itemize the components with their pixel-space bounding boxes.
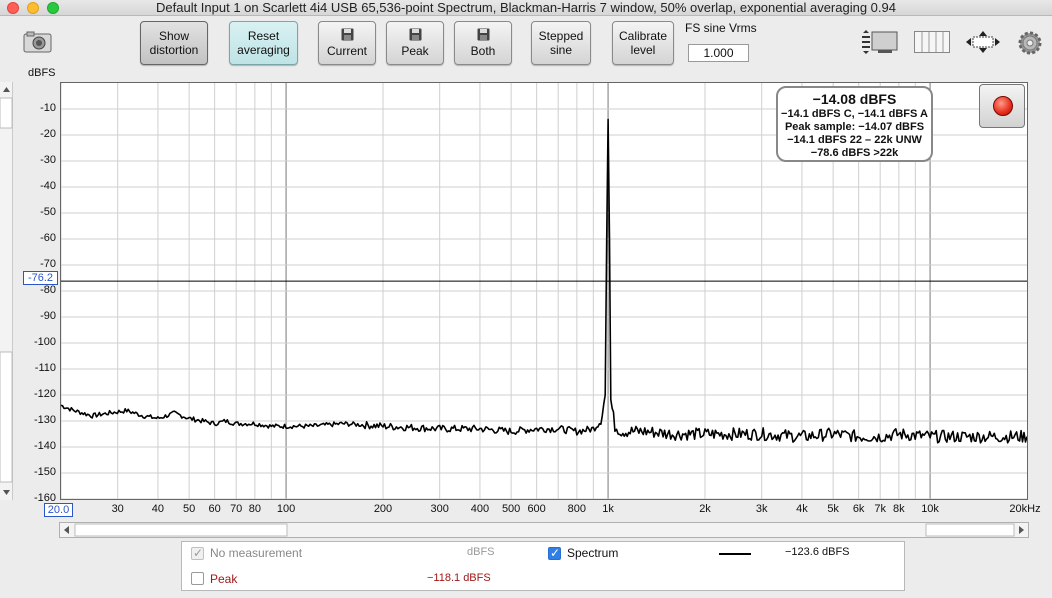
no-measurement-label: No measurement: [210, 546, 303, 560]
show-distortion-button[interactable]: Show distortion: [140, 21, 208, 65]
y-tick-label: -150: [33, 466, 56, 478]
y-tick-label: -30: [40, 154, 56, 166]
y-tick-label: -140: [33, 440, 56, 452]
reset-averaging-button[interactable]: Reset averaging: [229, 21, 298, 65]
record-icon: [993, 96, 1013, 116]
level-weighted: −14.1 dBFS C, −14.1 dBFS A: [781, 108, 928, 120]
columns-icon[interactable]: [914, 31, 950, 53]
resize-arrows-icon[interactable]: [965, 30, 1001, 54]
show-distortion-line1: Show: [158, 29, 190, 43]
y-axis-unit: dBFS: [28, 67, 56, 79]
x-tick-label: 200: [373, 503, 393, 515]
reset-averaging-line1: Reset: [247, 29, 280, 43]
both-label: Both: [470, 44, 496, 58]
y-tick-label: -120: [33, 388, 56, 400]
stepped-sine-button[interactable]: Stepped sine: [531, 21, 591, 65]
show-distortion-line2: distortion: [149, 43, 199, 57]
peak-label: Peak: [210, 572, 238, 586]
y-tick-label: -20: [40, 128, 56, 140]
floppy-disk-icon: [409, 28, 421, 41]
x-tick-label: 600: [527, 503, 546, 515]
floppy-disk-icon: [341, 28, 353, 41]
spectrum-value: −123.6 dBFS: [785, 546, 850, 558]
level-unweighted: −14.1 dBFS 22 – 22k UNW: [787, 134, 922, 146]
horizontal-scrollbar[interactable]: [59, 522, 1029, 538]
y-tick-label: -100: [33, 336, 56, 348]
save-both-button[interactable]: Both: [454, 21, 512, 65]
y-tick-label: -60: [40, 232, 56, 244]
y-tick-label: -130: [33, 414, 56, 426]
y-tick-label: -70: [40, 258, 56, 270]
calibrate-level-button[interactable]: Calibrate level: [612, 21, 674, 65]
x-tick-label: 20kHz: [1009, 503, 1041, 515]
peak-checkbox[interactable]: [191, 572, 204, 585]
scroll-up-arrow-icon: [3, 87, 10, 92]
x-tick-label: 2k: [699, 503, 711, 515]
current-label: Current: [326, 44, 367, 58]
x-tick-label: 100: [276, 503, 296, 515]
y-tick-label: -90: [40, 310, 56, 322]
vertical-scrollbar[interactable]: [0, 82, 13, 500]
cursor-y-readout[interactable]: -76.2: [23, 271, 58, 285]
scroll-down-arrow-icon: [3, 490, 10, 495]
gear-icon[interactable]: [1017, 30, 1043, 56]
level-main: −14.08 dBFS: [812, 91, 897, 107]
save-peak-button[interactable]: Peak: [386, 21, 444, 65]
floppy-disk-icon: [477, 28, 489, 41]
calibrate-level-line2: level: [630, 43, 656, 57]
peak-sample: Peak sample: −14.07 dBFS: [784, 121, 925, 133]
save-current-button[interactable]: Current: [318, 21, 376, 65]
y-tick-label: -40: [40, 180, 56, 192]
window-title: Default Input 1 on Scarlett 4i4 USB 65,5…: [156, 0, 896, 15]
level-above-22k: −78.6 dBFS >22k: [810, 147, 899, 159]
y-tick-label: -50: [40, 206, 56, 218]
peak-label: Peak: [401, 44, 429, 58]
scroll-right-arrow-icon: [1019, 526, 1024, 534]
x-tick-label: 30: [111, 503, 124, 515]
record-button[interactable]: [979, 84, 1025, 128]
title-bar: Default Input 1 on Scarlett 4i4 USB 65,5…: [0, 0, 1052, 16]
x-tick-label: 3k: [755, 503, 768, 515]
x-start-readout[interactable]: 20.0: [44, 503, 73, 517]
fs-sine-label: FS sine Vrms: [685, 21, 757, 35]
x-tick-label: 10k: [921, 503, 939, 515]
stepped-sine-line2: sine: [549, 43, 572, 57]
scroll-left-arrow-icon: [64, 526, 69, 534]
reset-averaging-line2: averaging: [237, 43, 290, 57]
no-measurement-checkbox[interactable]: ✓: [191, 546, 204, 560]
y-tick-label: -110: [34, 362, 56, 374]
y-tick-label: -80: [40, 284, 56, 296]
spectrum-label: Spectrum: [567, 546, 619, 560]
stepped-sine-line1: Stepped: [538, 29, 584, 43]
x-tick-label: 1k: [602, 503, 614, 515]
legend-panel: ✓ No measurement dBFS ✓ Spectrum −123.6 …: [181, 541, 905, 591]
x-tick-label: 300: [430, 503, 449, 515]
spectrum-checkbox[interactable]: ✓: [548, 546, 561, 560]
camera-icon[interactable]: [23, 31, 52, 53]
layout-icon[interactable]: [860, 30, 898, 54]
no-measurement-unit: dBFS: [467, 546, 495, 558]
fs-sine-input[interactable]: 1.000: [688, 44, 749, 62]
y-tick-label: -10: [40, 102, 56, 114]
calibrate-level-line1: Calibrate: [618, 29, 668, 43]
spectrum-line-swatch: [719, 553, 751, 555]
level-readout-box: −14.08 dBFS −14.1 dBFS C, −14.1 dBFS A P…: [776, 86, 933, 162]
peak-value: −118.1 dBFS: [427, 572, 491, 584]
